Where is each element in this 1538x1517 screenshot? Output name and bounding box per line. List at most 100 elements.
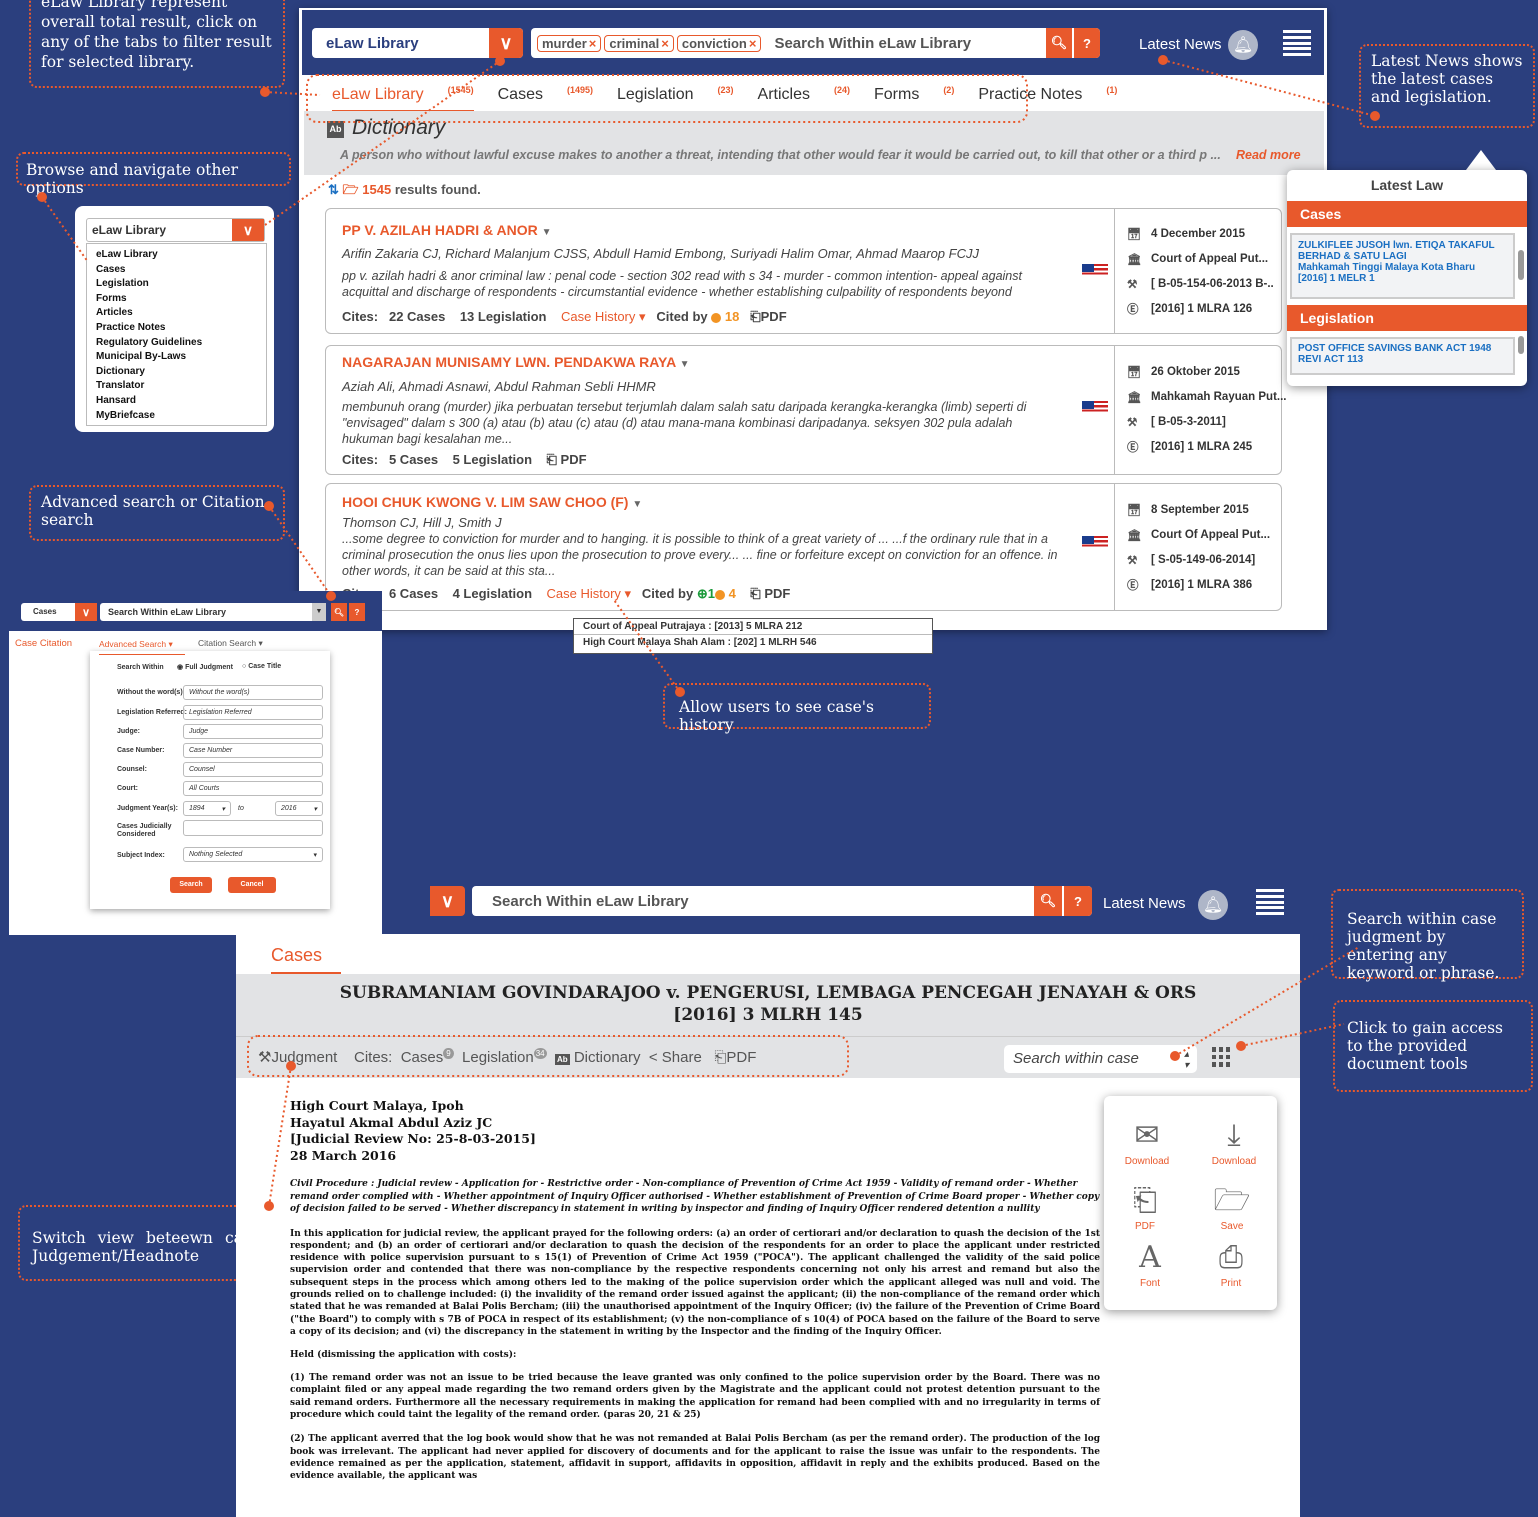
scrollbar[interactable] [1518, 336, 1524, 354]
adv-search-input[interactable]: Search Within eLaw Library ▼ [100, 603, 326, 621]
latest-legislation-link[interactable]: POST OFFICE SAVINGS BANK ACT 1948 REVI A… [1298, 343, 1507, 365]
case-title[interactable]: HOOI CHUK KWONG V. LIM SAW CHOO (F) ▼ [342, 494, 642, 510]
cites-legislation-link[interactable]: 13 Legislation [460, 309, 547, 324]
remove-tag-icon[interactable]: × [589, 36, 597, 51]
cites-cases-link[interactable]: 6 Cases [389, 586, 438, 601]
library-select[interactable]: eLaw Library ∨ [312, 28, 523, 58]
dropdown-option[interactable]: MyBriefcase [96, 409, 257, 424]
case-history-link[interactable]: Case History ▾ [561, 309, 646, 324]
tab-articles[interactable]: Articles (24) [758, 85, 850, 112]
chevron-down-icon[interactable]: ∨ [489, 28, 523, 58]
search-tag-murder[interactable]: murder × [537, 34, 602, 52]
tab-cases[interactable]: Cases [271, 945, 341, 974]
grid-tools-icon[interactable] [1212, 1047, 1232, 1067]
cites-cases-link[interactable]: Cases [401, 1049, 444, 1066]
judge-input[interactable]: Judge [183, 724, 323, 739]
chevron-down-icon[interactable]: ∨ [232, 219, 264, 241]
latest-news-link[interactable]: Latest News [1139, 36, 1222, 53]
search-within-case-input[interactable]: Search within case ▴ ▾ [1004, 1045, 1197, 1073]
court-input[interactable]: All Courts [183, 781, 323, 796]
cites-cases-link[interactable]: 5 Cases [389, 452, 438, 467]
case-card[interactable]: HOOI CHUK KWONG V. LIM SAW CHOO (F) ▼ Th… [325, 483, 1282, 611]
remove-tag-icon[interactable]: × [661, 36, 669, 51]
print-tool[interactable]: ⎙ Print [1201, 1238, 1261, 1289]
pdf-icon[interactable]: ⎗ [750, 586, 760, 601]
pdf-link[interactable]: PDF [726, 1049, 756, 1066]
radio-full-judgment[interactable]: ◉ Full Judgment [177, 663, 233, 671]
search-tag-criminal[interactable]: criminal × [604, 34, 674, 52]
pdf-link[interactable]: PDF [561, 452, 587, 467]
email-download-tool[interactable]: ✉︎ Download [1117, 1116, 1177, 1167]
search-icon[interactable]: 🔍︎ [1034, 886, 1062, 916]
remove-tag-icon[interactable]: × [749, 36, 757, 51]
adv-library-select[interactable]: Cases ∨ [21, 603, 97, 621]
adv-dropdown-icon[interactable]: ▼ [312, 603, 326, 621]
hamburger-menu-icon[interactable] [1283, 30, 1311, 56]
help-icon[interactable]: ? [349, 603, 365, 621]
cites-cases-link[interactable]: 22 Cases [389, 309, 445, 324]
search-input[interactable]: Search Within eLaw Library [764, 35, 1044, 52]
subject-index-select[interactable]: Nothing Selected ▾ [183, 847, 323, 862]
dropdown-option[interactable]: Forms [96, 292, 257, 307]
judicially-considered-input[interactable] [183, 820, 323, 836]
doc-search-input[interactable]: Search Within eLaw Library [492, 893, 1032, 910]
dropdown-option[interactable]: Translator [96, 379, 257, 394]
dropdown-select[interactable]: eLaw Library ∨ [86, 218, 265, 242]
tab-case-citation[interactable]: Case Citation [15, 638, 72, 649]
share-link[interactable]: Share [662, 1049, 702, 1066]
bell-icon[interactable]: 🔔︎ [1198, 890, 1228, 920]
tab-cases[interactable]: Cases (1495) [498, 85, 593, 112]
history-row[interactable]: High Court Malaya Shah Alam : [202] 1 ML… [574, 635, 932, 650]
bell-icon[interactable]: 🔔︎ [1228, 30, 1258, 60]
latest-case-link[interactable]: ZULKIFLEE JUSOH lwn. ETIQA TAKAFUL BERHA… [1298, 240, 1507, 262]
cancel-button[interactable]: Cancel [228, 877, 276, 893]
font-tool[interactable]: A Font [1120, 1238, 1180, 1289]
cites-legislation-link[interactable]: 4 Legislation [453, 586, 532, 601]
dropdown-option[interactable]: Regulatory Guidelines [96, 336, 257, 351]
chevron-down-icon[interactable]: ∨ [75, 603, 97, 621]
judgment-toggle[interactable]: Judgment [271, 1049, 337, 1066]
case-card[interactable]: NAGARAJAN MUNISAMY LWN. PENDAKWA RAYA ▼ … [325, 345, 1286, 475]
pdf-icon[interactable]: ⎗ [547, 452, 557, 467]
search-bar[interactable]: murder × criminal × conviction × Search Wit… [531, 28, 1100, 58]
help-icon[interactable]: ? [1074, 28, 1100, 58]
tab-practice-notes[interactable]: Practice Notes (1) [978, 85, 1117, 112]
search-icon[interactable]: 🔍︎ [331, 603, 347, 621]
dropdown-option[interactable]: Dictionary [96, 365, 257, 380]
dropdown-option[interactable]: Hansard [96, 394, 257, 409]
latest-news-link[interactable]: Latest News [1103, 895, 1186, 912]
year-from-select[interactable]: 1894 ▾ [183, 801, 231, 816]
search-icon[interactable]: 🔍︎ [1046, 28, 1072, 58]
pdf-link[interactable]: PDF [764, 586, 790, 601]
case-history-link[interactable]: Case History ▾ [547, 586, 632, 601]
search-tag-conviction[interactable]: conviction × [676, 34, 762, 52]
cites-legislation-link[interactable]: Legislation [462, 1049, 534, 1066]
pdf-icon[interactable]: ⎗ [750, 309, 760, 324]
year-to-select[interactable]: 2016 ▾ [275, 801, 323, 816]
dropdown-option[interactable]: eLaw Library [96, 248, 257, 263]
sort-icon[interactable]: ⇅ [328, 182, 339, 197]
cited-by-link[interactable]: Cited by [642, 586, 693, 601]
dropdown-option[interactable]: Articles [96, 306, 257, 321]
tab-elaw-library[interactable]: eLaw Library (1545) [332, 85, 474, 113]
case-number-input[interactable]: Case Number [183, 743, 323, 758]
dropdown-option[interactable]: Practice Notes [96, 321, 257, 336]
cited-by-link[interactable]: Cited by [656, 309, 707, 324]
save-tool[interactable]: 🗁︎ Save [1202, 1181, 1262, 1232]
pdf-link[interactable]: PDF [761, 309, 787, 324]
case-card[interactable]: PP V. AZILAH HADRI & ANOR ▼ Arifin Zakar… [325, 208, 1282, 334]
help-icon[interactable]: ? [1064, 886, 1092, 916]
stepper-icon[interactable]: ▴ ▾ [1184, 1049, 1189, 1071]
case-title[interactable]: NAGARAJAN MUNISAMY LWN. PENDAKWA RAYA ▼ [342, 354, 690, 370]
search-button[interactable]: Search [170, 877, 212, 893]
pdf-tool[interactable]: ⎗ PDF [1115, 1181, 1175, 1232]
doc-search-bar[interactable]: Search Within eLaw Library 🔍︎ ? [472, 886, 1092, 916]
tab-citation-search[interactable]: Citation Search ▾ [198, 638, 263, 649]
hamburger-menu-icon[interactable] [1256, 889, 1284, 915]
read-more-link[interactable]: Read more [1236, 148, 1301, 162]
chevron-down-icon[interactable]: ∨ [430, 886, 465, 916]
history-row[interactable]: Court of Appeal Putrajaya : [2013] 5 MLR… [574, 619, 932, 635]
scrollbar[interactable] [1518, 250, 1524, 280]
tab-legislation[interactable]: Legislation (23) [617, 85, 734, 112]
dropdown-option[interactable]: Cases [96, 263, 257, 278]
